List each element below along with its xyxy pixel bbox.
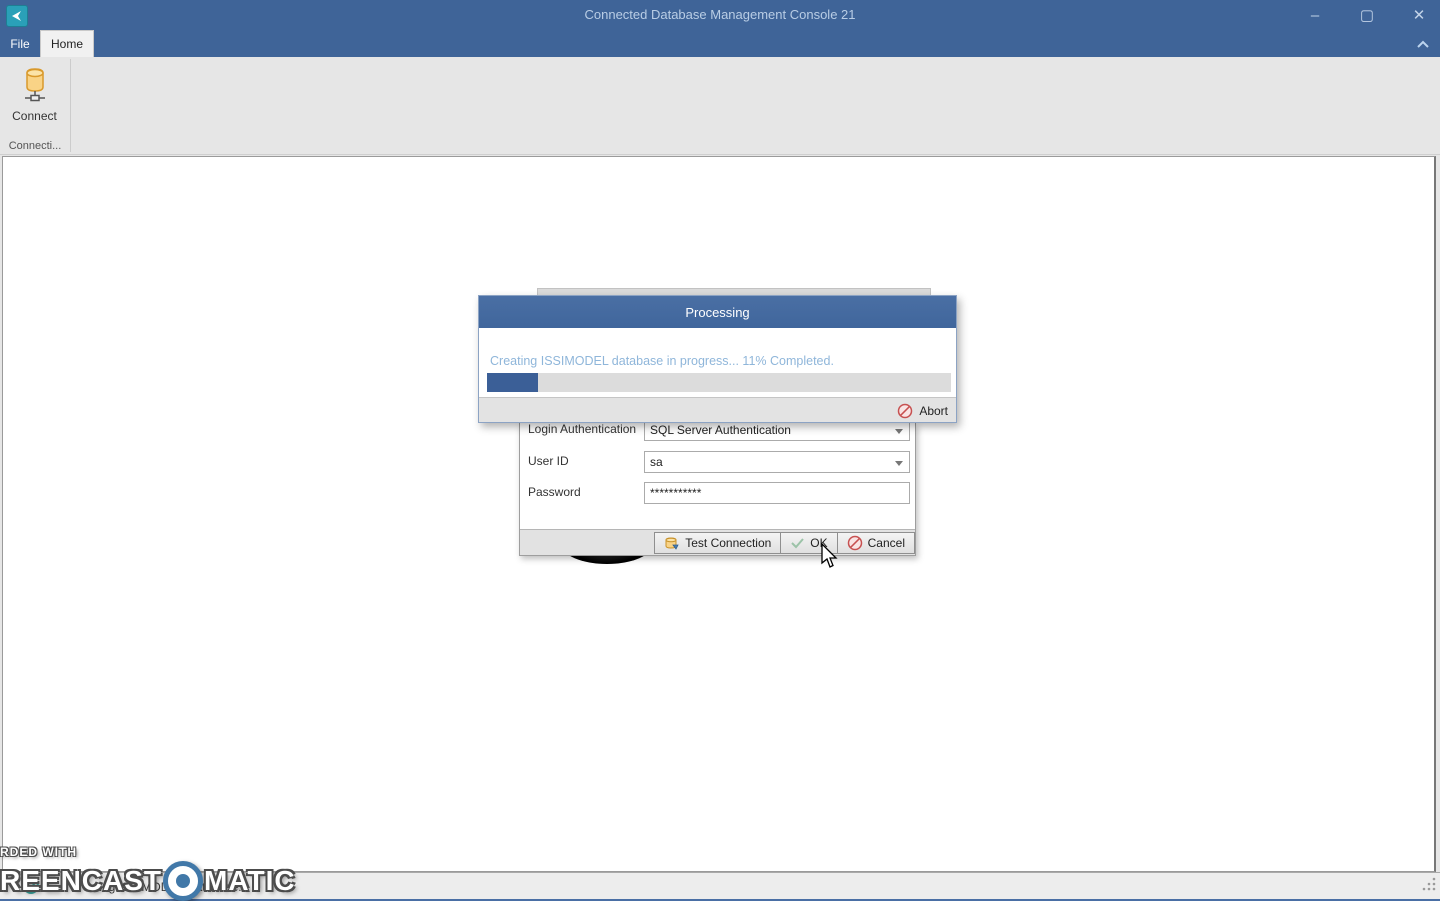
mouse-cursor [820, 542, 840, 576]
login-authentication-label: Login Authentication [528, 422, 637, 436]
abort-button[interactable]: Abort [897, 401, 948, 420]
processing-dialog: Processing Creating ISSIMODEL database i… [478, 295, 957, 423]
cancel-label: Cancel [867, 536, 905, 550]
check-icon [791, 538, 805, 549]
user-id-dropdown[interactable]: sa [644, 451, 910, 473]
password-field[interactable]: *********** [644, 482, 910, 504]
window-title: Connected Database Management Console 21 [584, 7, 856, 22]
close-button[interactable]: ✕ [1406, 2, 1432, 28]
tab-home[interactable]: Home [40, 30, 94, 57]
user-id-value: sa [650, 455, 663, 469]
connect-button[interactable]: Connect [3, 60, 66, 140]
processing-dialog-title: Processing [479, 296, 956, 328]
progress-bar [487, 373, 951, 392]
ribbon-tab-row: File Home [0, 30, 1440, 57]
cancel-button[interactable]: Cancel [837, 532, 915, 554]
collapse-ribbon-button[interactable] [1412, 35, 1434, 53]
tab-file[interactable]: File [0, 30, 40, 57]
connect-button-label: Connect [12, 109, 57, 123]
status-bar-text: Creating ISSIMODEL Database... [70, 880, 249, 894]
abort-prohibition-icon [898, 403, 913, 418]
app-window: Connected Database Management Console 21… [0, 0, 1440, 901]
test-connection-label: Test Connection [685, 536, 772, 550]
processing-status-text: Creating ISSIMODEL database in progress.… [490, 354, 834, 368]
chevron-up-icon [1417, 40, 1429, 48]
database-connect-icon [24, 68, 45, 102]
user-id-row: User ID sa [520, 451, 917, 473]
title-bar: Connected Database Management Console 21… [0, 0, 1440, 30]
cancel-prohibition-icon [847, 535, 862, 551]
resize-grip[interactable] [1422, 877, 1436, 896]
ribbon-group-separator [70, 59, 71, 152]
abort-label: Abort [919, 403, 948, 418]
status-spinner-icon [22, 877, 40, 900]
password-label: Password [528, 485, 581, 499]
ribbon: Connect Connecti... [0, 57, 1440, 155]
password-value: *********** [650, 486, 702, 500]
window-controls: – ▢ ✕ [1302, 0, 1432, 30]
chevron-down-icon[interactable] [895, 461, 903, 466]
connect-to-server-dialog: Login Authentication SQL Server Authenti… [519, 419, 917, 556]
user-id-label: User ID [528, 454, 569, 468]
minimize-button[interactable]: – [1302, 2, 1328, 28]
maximize-button[interactable]: ▢ [1354, 2, 1380, 28]
chevron-down-icon[interactable] [895, 429, 903, 434]
test-database-icon [665, 536, 679, 550]
test-connection-button[interactable]: Test Connection [654, 532, 782, 554]
processing-dialog-footer: Abort [479, 397, 956, 422]
ribbon-group-label: Connecti... [8, 140, 62, 152]
cursor-arrow-icon [821, 542, 838, 568]
status-bar: Creating ISSIMODEL Database... [0, 872, 1440, 899]
login-authentication-value: SQL Server Authentication [650, 423, 791, 437]
progress-bar-fill [487, 373, 539, 392]
password-row: Password *********** [520, 482, 917, 504]
connection-dialog-footer: Test Connection OK Cancel [520, 529, 915, 555]
